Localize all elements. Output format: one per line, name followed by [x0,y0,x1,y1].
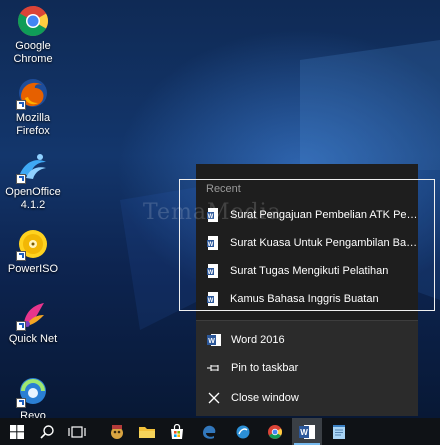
desktop-icon-openoffice[interactable]: OpenOffice 4.1.2 [0,150,66,212]
pin-label: Pin to taskbar [231,362,299,374]
edge-icon[interactable] [194,418,224,445]
pin-to-taskbar-button[interactable]: Pin to taskbar [196,354,418,382]
pin-icon [206,360,222,376]
desktop-icon-label: PowerISO [7,263,59,275]
notepad-icon[interactable] [324,418,354,445]
desktop-icon-label: Google Chrome [13,40,53,65]
poweriso-icon [16,227,50,261]
open-word-button[interactable]: W Word 2016 [196,326,418,354]
word-icon: W [206,332,222,348]
desktop-icon-poweriso[interactable]: PowerISO [0,227,66,276]
revo-icon [16,374,50,408]
chrome-icon[interactable] [260,418,290,445]
close-icon [206,390,222,406]
desktop-icon-chrome[interactable]: Google Chrome [0,4,66,66]
store-icon[interactable] [162,418,192,445]
file-explorer-icon[interactable] [132,418,162,445]
close-window-button[interactable]: Close window [196,384,418,412]
recent-highlight-box [179,179,435,311]
app-icon[interactable] [228,418,258,445]
desktop-icon-label: Quick Net [8,333,58,345]
shortcut-arrow-icon [16,398,26,408]
app-name-label: Word 2016 [231,334,285,346]
desktop-icon-firefox[interactable]: Mozilla Firefox [0,76,66,138]
svg-text:W: W [208,338,215,345]
desktop-icon-label: Mozilla Firefox [15,112,51,137]
app-icon[interactable] [102,418,132,445]
quicknet-icon [16,297,50,331]
shortcut-arrow-icon [16,251,26,261]
task-view-icon[interactable] [62,418,92,445]
openoffice-icon [16,150,50,184]
word-icon[interactable]: W [292,418,322,445]
shortcut-arrow-icon [16,100,26,110]
desktop-icon-label: OpenOffice 4.1.2 [5,186,61,211]
close-label: Close window [231,392,299,404]
svg-text:W: W [300,428,308,437]
desktop-icon-quicknet[interactable]: Quick Net [0,297,66,346]
windows-start-icon[interactable] [2,418,32,445]
shortcut-arrow-icon [16,174,26,184]
shortcut-arrow-icon [16,321,26,331]
search-icon[interactable] [32,418,62,445]
firefox-icon [16,76,50,110]
desktop-icon-revo[interactable]: Revo [0,374,66,423]
chrome-icon [16,4,50,38]
taskbar: W [0,418,440,445]
jump-list-divider [196,320,418,321]
